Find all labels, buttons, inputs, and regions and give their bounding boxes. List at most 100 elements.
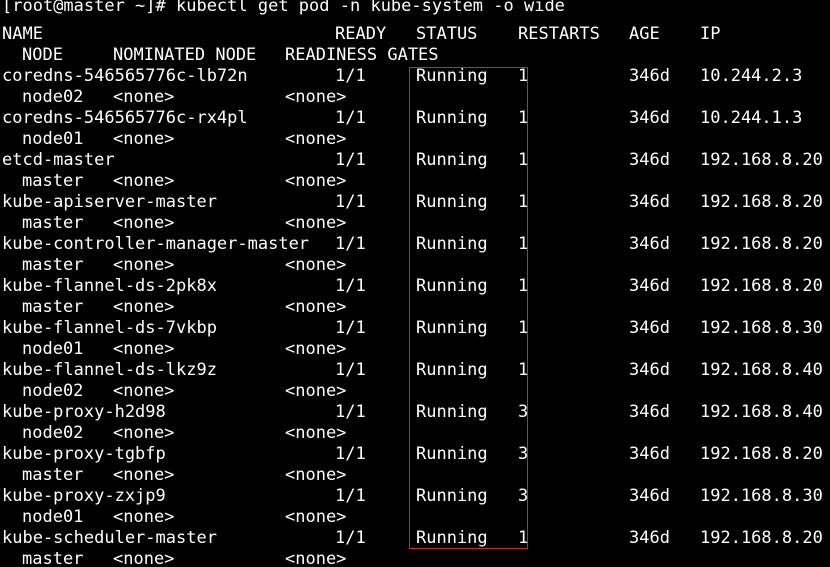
pod-restarts: 1 [518, 108, 529, 128]
pod-ip: 10.244.2.3 [700, 66, 803, 86]
pod-ready: 1/1 [335, 276, 366, 296]
pod-age: 346d [629, 360, 670, 380]
pod-status: Running [416, 276, 488, 296]
pod-row: coredns-546565776c-lb72n 1/1 Running 1 346d 1… [0, 66, 830, 87]
pod-restarts: 3 [518, 402, 529, 422]
pod-row: etcd-master 1/1 Running 1 346d 192.168.8.20 [0, 150, 830, 171]
pod-ready: 1/1 [335, 234, 366, 254]
pod-node: master [22, 213, 84, 233]
pod-restarts: 1 [518, 66, 529, 86]
pod-ip: 192.168.8.20 [700, 444, 823, 464]
pod-age: 346d [629, 528, 670, 548]
pod-restarts: 1 [518, 360, 529, 380]
pod-nominated-node: <none> [113, 297, 175, 317]
pod-nominated-node: <none> [113, 549, 175, 567]
pod-nominated-node: <none> [113, 213, 175, 233]
pod-row-detail: node02 <none> <none> [0, 423, 830, 444]
pod-ip: 192.168.8.20 [700, 192, 823, 212]
pod-row-detail: master <none> <none> [0, 213, 830, 234]
pod-age: 346d [629, 318, 670, 338]
pod-row-detail: node01 <none> <none> [0, 507, 830, 528]
header-age: AGE [629, 24, 660, 44]
pod-ready: 1/1 [335, 360, 366, 380]
pod-node: node02 [22, 423, 84, 443]
pod-readiness-gates: <none> [285, 297, 347, 317]
pod-row-detail: master <none> <none> [0, 297, 830, 318]
pod-restarts: 3 [518, 444, 529, 464]
header-restarts: RESTARTS [518, 24, 600, 44]
pod-status: Running [416, 234, 488, 254]
header-name: NAME [2, 24, 43, 44]
header-line-1: NAME READY STATUS RESTARTS AGE IP [0, 24, 830, 45]
pod-status: Running [416, 402, 488, 422]
pod-restarts: 1 [518, 150, 529, 170]
pod-readiness-gates: <none> [285, 507, 347, 527]
pod-node: node01 [22, 507, 84, 527]
pod-ip: 192.168.8.30 [700, 318, 823, 338]
pod-name: kube-flannel-ds-2pk8x [2, 276, 217, 296]
pod-status: Running [416, 150, 488, 170]
pod-name: kube-apiserver-master [2, 192, 217, 212]
pod-ready: 1/1 [335, 528, 366, 548]
pod-name: etcd-master [2, 150, 115, 170]
pod-nominated-node: <none> [113, 255, 175, 275]
pod-restarts: 1 [518, 318, 529, 338]
pod-ip: 192.168.8.40 [700, 360, 823, 380]
pod-restarts: 1 [518, 528, 529, 548]
pod-ip: 192.168.8.20 [700, 234, 823, 254]
pod-row-detail: master <none> <none> [0, 549, 830, 567]
pod-row: kube-apiserver-master 1/1 Running 1 346d 192.… [0, 192, 830, 213]
pod-age: 346d [629, 444, 670, 464]
pod-nominated-node: <none> [113, 465, 175, 485]
pod-readiness-gates: <none> [285, 255, 347, 275]
header-node: NODE [22, 45, 63, 65]
pod-node: master [22, 171, 84, 191]
pod-readiness-gates: <none> [285, 213, 347, 233]
pod-status: Running [416, 66, 488, 86]
pod-node: node02 [22, 381, 84, 401]
pod-ip: 192.168.8.30 [700, 486, 823, 506]
pod-nominated-node: <none> [113, 129, 175, 149]
pod-age: 346d [629, 234, 670, 254]
pod-name: kube-scheduler-master [2, 528, 217, 548]
pod-name: coredns-546565776c-lb72n [2, 66, 248, 86]
pod-row-detail: node01 <none> <none> [0, 339, 830, 360]
pod-row-detail: master <none> <none> [0, 465, 830, 486]
pod-ip: 192.168.8.20 [700, 276, 823, 296]
pod-name: kube-flannel-ds-lkz9z [2, 360, 217, 380]
pod-row: kube-flannel-ds-2pk8x 1/1 Running 1 346d 192.… [0, 276, 830, 297]
pod-row: kube-proxy-zxjp9 1/1 Running 3 346d 192.168.8… [0, 486, 830, 507]
pod-ready: 1/1 [335, 486, 366, 506]
pod-readiness-gates: <none> [285, 549, 347, 567]
pod-row-detail: node02 <none> <none> [0, 87, 830, 108]
pod-nominated-node: <none> [113, 507, 175, 527]
terminal-window[interactable]: [root@master ~]# kubectl get pod -n kube… [0, 0, 830, 567]
pod-name: kube-proxy-tgbfp [2, 444, 166, 464]
pod-nominated-node: <none> [113, 87, 175, 107]
pod-ready: 1/1 [335, 444, 366, 464]
pod-row-detail: master <none> <none> [0, 255, 830, 276]
pod-status: Running [416, 486, 488, 506]
pod-nominated-node: <none> [113, 171, 175, 191]
pod-row: kube-flannel-ds-lkz9z 1/1 Running 1 346d 192.… [0, 360, 830, 381]
pod-restarts: 1 [518, 192, 529, 212]
pod-ip: 192.168.8.20 [700, 528, 823, 548]
pod-readiness-gates: <none> [285, 87, 347, 107]
pod-status: Running [416, 360, 488, 380]
pod-readiness-gates: <none> [285, 171, 347, 191]
pod-readiness-gates: <none> [285, 339, 347, 359]
pod-age: 346d [629, 108, 670, 128]
pod-nominated-node: <none> [113, 423, 175, 443]
header-readiness-gates: READINESS GATES [285, 45, 439, 65]
pod-status: Running [416, 108, 488, 128]
header-ip: IP [700, 24, 721, 44]
pod-row-detail: node02 <none> <none> [0, 381, 830, 402]
pod-row-detail: master <none> <none> [0, 171, 830, 192]
pod-age: 346d [629, 66, 670, 86]
pod-nominated-node: <none> [113, 339, 175, 359]
pod-ready: 1/1 [335, 318, 366, 338]
header-ready: READY [335, 24, 387, 44]
pod-row: kube-flannel-ds-7vkbp 1/1 Running 1 346d 192.… [0, 318, 830, 339]
pod-row: kube-proxy-h2d98 1/1 Running 3 346d 192.168.8… [0, 402, 830, 423]
pod-node: master [22, 255, 84, 275]
